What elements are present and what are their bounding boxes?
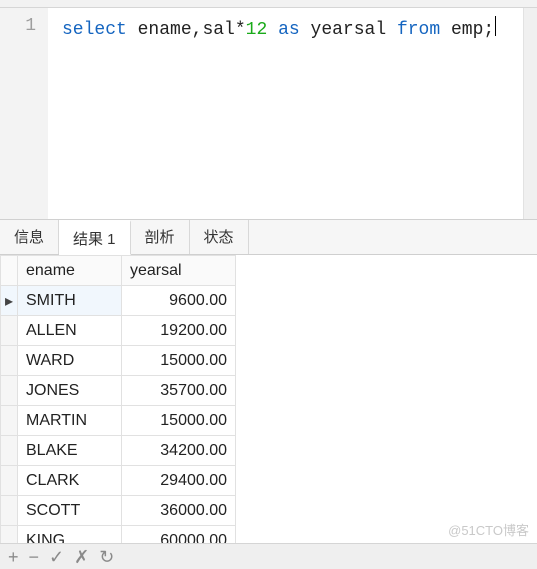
star: * — [235, 20, 246, 40]
cell-ename[interactable]: WARD — [18, 346, 122, 376]
row-marker-icon — [1, 346, 18, 376]
cell-yearsal[interactable]: 35700.00 — [122, 376, 236, 406]
apply-icon[interactable]: ✓ — [49, 548, 64, 566]
result-grid[interactable]: ename yearsal ▸ SMITH 9600.00 ALLEN 1920… — [0, 255, 236, 556]
cell-yearsal[interactable]: 29400.00 — [122, 466, 236, 496]
top-toolbar-strip — [0, 0, 537, 8]
cell-ename[interactable]: SMITH — [18, 286, 122, 316]
cell-yearsal[interactable]: 9600.00 — [122, 286, 236, 316]
cell-ename[interactable]: MARTIN — [18, 406, 122, 436]
table-row[interactable]: WARD 15000.00 — [1, 346, 236, 376]
delete-row-icon[interactable]: − — [29, 548, 40, 566]
row-marker-icon — [1, 376, 18, 406]
row-marker-icon: ▸ — [1, 286, 18, 316]
line-number: 1 — [0, 16, 36, 36]
ident-ename: ename — [138, 20, 192, 40]
result-grid-wrap: ename yearsal ▸ SMITH 9600.00 ALLEN 1920… — [0, 255, 537, 556]
cancel-icon[interactable]: ✗ — [74, 548, 89, 566]
result-tabs: 信息 结果 1 剖析 状态 — [0, 220, 537, 255]
cell-ename[interactable]: JONES — [18, 376, 122, 406]
cell-yearsal[interactable]: 15000.00 — [122, 406, 236, 436]
grid-header-ename[interactable]: ename — [18, 256, 122, 286]
grid-header-marker — [1, 256, 18, 286]
tab-profile[interactable]: 剖析 — [131, 220, 190, 254]
cell-ename[interactable]: ALLEN — [18, 316, 122, 346]
sql-editor[interactable]: 1 select ename,sal*12 as yearsal from em… — [0, 8, 537, 220]
cell-ename[interactable]: CLARK — [18, 466, 122, 496]
add-row-icon[interactable]: + — [8, 548, 19, 566]
row-marker-icon — [1, 466, 18, 496]
ident-yearsal: yearsal — [311, 20, 387, 40]
table-row[interactable]: ▸ SMITH 9600.00 — [1, 286, 236, 316]
sql-code-area[interactable]: select ename,sal*12 as yearsal from emp; — [48, 8, 523, 219]
ident-sal: sal — [202, 20, 234, 40]
keyword-as: as — [278, 20, 300, 40]
cell-yearsal[interactable]: 34200.00 — [122, 436, 236, 466]
tab-info[interactable]: 信息 — [0, 220, 59, 254]
tab-result1[interactable]: 结果 1 — [59, 220, 131, 255]
number-12: 12 — [246, 20, 268, 40]
editor-scrollbar[interactable] — [523, 8, 537, 219]
grid-header-yearsal[interactable]: yearsal — [122, 256, 236, 286]
row-marker-icon — [1, 316, 18, 346]
refresh-icon[interactable]: ↻ — [99, 548, 114, 566]
cell-ename[interactable]: BLAKE — [18, 436, 122, 466]
table-row[interactable]: JONES 35700.00 — [1, 376, 236, 406]
table-row[interactable]: SCOTT 36000.00 — [1, 496, 236, 526]
semicolon: ; — [483, 20, 494, 40]
text-caret — [495, 16, 496, 36]
cell-yearsal[interactable]: 15000.00 — [122, 346, 236, 376]
grid-toolbar: + − ✓ ✗ ↻ — [0, 543, 537, 569]
ident-emp: emp — [451, 20, 483, 40]
grid-body: ▸ SMITH 9600.00 ALLEN 19200.00 WARD 1500… — [1, 286, 236, 556]
cell-ename[interactable]: SCOTT — [18, 496, 122, 526]
grid-header-row: ename yearsal — [1, 256, 236, 286]
row-marker-icon — [1, 406, 18, 436]
table-row[interactable]: ALLEN 19200.00 — [1, 316, 236, 346]
row-marker-icon — [1, 436, 18, 466]
tab-status[interactable]: 状态 — [190, 220, 249, 254]
row-marker-icon — [1, 496, 18, 526]
keyword-from: from — [397, 20, 440, 40]
line-number-gutter: 1 — [0, 8, 48, 219]
keyword-select: select — [62, 20, 127, 40]
cell-yearsal[interactable]: 19200.00 — [122, 316, 236, 346]
table-row[interactable]: MARTIN 15000.00 — [1, 406, 236, 436]
table-row[interactable]: BLAKE 34200.00 — [1, 436, 236, 466]
comma: , — [192, 20, 203, 40]
cell-yearsal[interactable]: 36000.00 — [122, 496, 236, 526]
table-row[interactable]: CLARK 29400.00 — [1, 466, 236, 496]
